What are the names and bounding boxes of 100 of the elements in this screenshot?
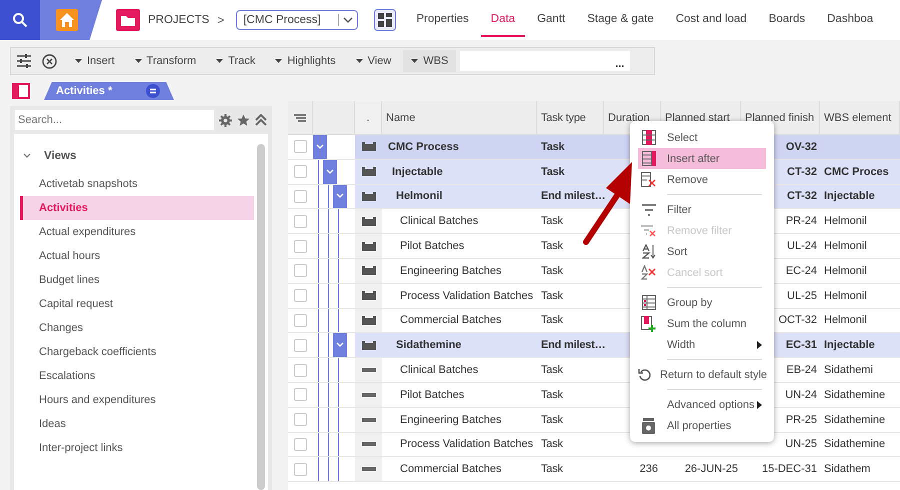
table-cell: Task [541,463,563,476]
view-item[interactable]: Actual expenditures [20,220,254,244]
search-button[interactable] [0,0,40,40]
view-item[interactable]: Inter-project links [20,436,254,460]
menu-item[interactable]: Width [638,334,766,355]
toolbar-menu[interactable]: View [348,55,400,67]
nav-tab[interactable]: Gantt [527,3,576,37]
sliders-icon[interactable] [16,54,32,68]
row-checkbox[interactable] [294,240,307,253]
table-cell: Task [541,166,564,178]
nav-tab[interactable]: Cost and load [666,3,757,37]
table-cell: Sidathemine [396,339,462,352]
home-icon[interactable] [56,9,78,31]
row-checkbox[interactable] [294,314,307,327]
row-checkbox[interactable] [294,190,307,203]
column-header[interactable]: WBS element [820,101,900,134]
table-cell: UN-25 [785,438,817,450]
menu-item[interactable]: Advanced options [638,394,766,415]
view-item[interactable]: Actual hours [20,244,254,268]
toolbar-menu[interactable]: Transform [126,55,204,67]
group-title[interactable]: Views [44,150,76,162]
table-cell: Injectable [824,190,875,202]
menu-item[interactable]: Group by [638,292,766,313]
table-cell: Pilot Batches [400,240,464,252]
breadcrumb-text[interactable]: PROJECTS [148,14,210,26]
table-cell: Task [541,264,563,277]
row-checkbox[interactable] [294,413,307,426]
chevron-icon [336,193,344,200]
table-cell: Injectable [824,339,875,352]
table-cell: UL-24 [787,240,817,252]
menu-item[interactable]: Insert after [638,148,766,169]
wbs-menu[interactable]: WBS [403,50,456,72]
toolbar-menu[interactable]: Track [208,55,264,67]
row-checkbox[interactable] [294,140,307,154]
folder-icon[interactable] [116,9,140,31]
row-checkbox[interactable] [294,364,307,377]
table-cell: 15-DEC-31 [762,463,817,476]
project-select[interactable]: [CMC Process] [236,10,358,30]
nav-tab[interactable]: Boards [758,3,816,37]
view-item[interactable]: Activetab snapshots [20,172,254,196]
table-cell: Helmonil [824,264,867,277]
view-item[interactable]: Hours and expenditures [20,388,254,412]
wbs-field[interactable]: ... [460,51,630,71]
table-cell: CMC Process [388,140,459,153]
view-tab[interactable]: Activities * [44,82,174,100]
table-cell: PR-25 [786,414,817,426]
table-cell: OCT-32 [778,314,817,326]
column-header[interactable]: Task type [537,101,604,134]
star-icon[interactable] [237,114,250,126]
row-checkbox[interactable] [294,338,307,352]
expand-toggle[interactable] [323,160,337,184]
table-cell: End milest… [541,339,606,352]
table-cell: Task [541,140,564,153]
row-checkbox[interactable] [294,388,307,402]
nav-tab[interactable]: Data [480,3,526,37]
toolbar-menu[interactable]: Insert [67,55,123,67]
row-checkbox[interactable] [294,165,307,178]
menu-icon[interactable] [146,84,160,98]
menu-item[interactable]: Sort [638,241,766,262]
view-item[interactable]: Ideas [20,412,254,436]
collapse-icon[interactable] [255,114,267,126]
search-field[interactable]: Search... [15,110,214,130]
table-cell: Helmonil [824,215,867,228]
table-cell: Commercial Batches [400,314,502,326]
caret-icon [216,59,224,64]
nav-tab[interactable]: Stage & gate [577,3,664,37]
row-checkbox[interactable] [294,214,307,228]
chevron-icon [326,168,334,175]
layout-icon[interactable] [374,9,396,31]
panel-toggle-icon[interactable] [12,83,30,99]
toolbar-menu[interactable]: Highlights [267,55,344,67]
row-checkbox[interactable] [294,264,307,278]
expand-toggle[interactable] [333,333,347,358]
filter-icon [642,204,656,216]
row-checkbox[interactable] [294,438,307,451]
view-item[interactable]: Changes [20,316,254,340]
view-item[interactable]: Escalations [20,364,254,388]
menu-item[interactable]: All properties [638,415,766,436]
settings-icon[interactable] [219,114,232,126]
expand-toggle[interactable] [313,135,327,159]
scrollbar[interactable] [257,144,265,490]
column-header[interactable]: Name [382,101,537,134]
breadcrumb-separator: > [217,13,224,27]
cancel-icon[interactable] [42,54,57,68]
view-item[interactable]: Capital request [20,292,254,316]
row-checkbox[interactable] [294,462,307,476]
table-cell: Sidathemine [824,388,886,401]
nav-tab[interactable]: Properties [406,3,479,37]
expand-toggle[interactable] [333,184,347,208]
view-item[interactable]: Budget lines [20,268,254,292]
table-cell: UL-25 [787,290,817,302]
menu-item[interactable]: Return to default style [638,364,766,385]
row-checkbox[interactable] [294,289,307,302]
view-item[interactable]: Chargeback coefficients [20,340,254,364]
table-cell: Process Validation Batches [400,438,534,450]
menu-item[interactable]: Sum the column [638,313,766,334]
caret-icon [411,59,418,64]
column-menu-icon[interactable] [294,114,306,122]
table-cell: Sidathemi [824,364,873,376]
nav-tab[interactable]: Dashboa [817,3,884,37]
